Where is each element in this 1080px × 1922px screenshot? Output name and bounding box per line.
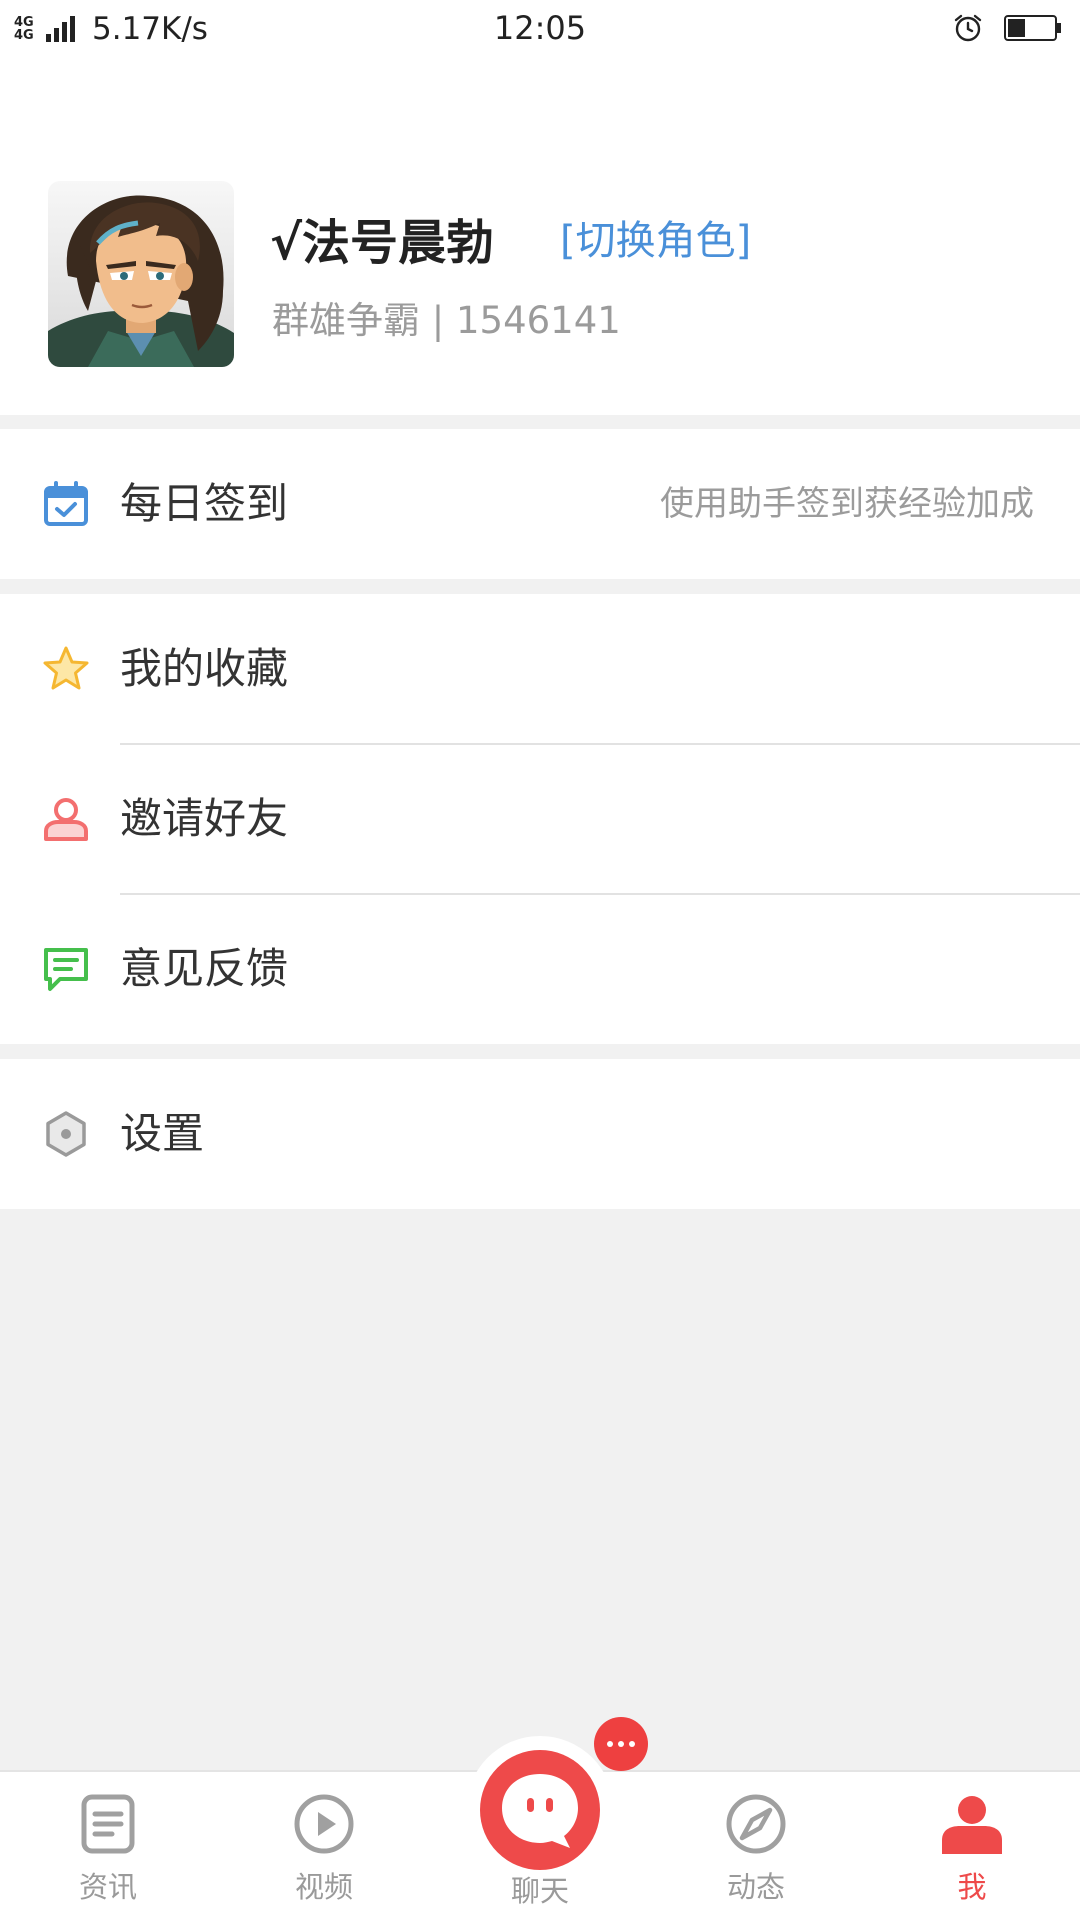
tab-video-label: 视频 bbox=[294, 1870, 353, 1904]
settings-label: 设置 bbox=[120, 1109, 205, 1158]
user-icon bbox=[44, 798, 88, 841]
feedback-row[interactable]: 意见反馈 bbox=[0, 894, 1080, 1044]
favorites-row[interactable]: 我的收藏 bbox=[0, 594, 1080, 744]
tab-chat-label[interactable]: 聊天 bbox=[470, 1868, 610, 1910]
menu-section: 我的收藏 邀请好友 意见反馈 bbox=[0, 594, 1080, 1044]
checkin-label: 每日签到 bbox=[120, 479, 289, 528]
settings-section: 设置 bbox=[0, 1059, 1080, 1209]
checkin-row[interactable]: 每日签到 使用助手签到获经验加成 bbox=[0, 429, 1080, 579]
checkin-section: 每日签到 使用助手签到获经验加成 bbox=[0, 429, 1080, 579]
feedback-icon bbox=[44, 948, 88, 991]
chat-icon[interactable] bbox=[478, 1748, 602, 1872]
tab-news[interactable]: 资讯 bbox=[38, 1792, 178, 1912]
invite-label: 邀请好友 bbox=[120, 794, 289, 843]
status-time: 12:05 bbox=[493, 9, 587, 47]
compass-icon bbox=[726, 1794, 786, 1854]
tab-me[interactable]: 我 bbox=[902, 1792, 1042, 1912]
play-icon bbox=[294, 1794, 354, 1854]
alarm-icon bbox=[954, 14, 982, 42]
profile-server-id: 群雄争霸 | 1546141 bbox=[272, 299, 621, 342]
calendar-check-icon bbox=[44, 481, 88, 526]
feedback-label: 意见反馈 bbox=[120, 944, 289, 993]
settings-row[interactable]: 设置 bbox=[0, 1059, 1080, 1209]
switch-role-link[interactable]: [切换角色] bbox=[560, 208, 751, 266]
settings-hex-icon bbox=[46, 1111, 86, 1157]
profile-name: √法号晨勃 bbox=[270, 215, 495, 271]
favorites-label: 我的收藏 bbox=[120, 644, 289, 693]
tab-me-label: 我 bbox=[957, 1870, 987, 1904]
checkin-hint: 使用助手签到获经验加成 bbox=[660, 484, 1034, 524]
profile-header: √法号晨勃 [切换角色] 群雄争霸 | 1546141 bbox=[0, 58, 1080, 415]
news-icon bbox=[81, 1794, 135, 1854]
status-bar: 4G 4G 5.17K/s 12:05 bbox=[0, 0, 1080, 58]
tab-moments[interactable]: 动态 bbox=[686, 1792, 826, 1912]
more-dots-icon[interactable] bbox=[594, 1717, 648, 1771]
star-icon bbox=[43, 646, 89, 690]
avatar[interactable] bbox=[48, 181, 234, 367]
profile-icon bbox=[942, 1796, 1002, 1854]
tab-news-label: 资讯 bbox=[78, 1870, 137, 1904]
invite-row[interactable]: 邀请好友 bbox=[0, 744, 1080, 894]
tab-video[interactable]: 视频 bbox=[254, 1792, 394, 1912]
battery-icon bbox=[1004, 15, 1061, 41]
tab-moments-label: 动态 bbox=[726, 1870, 785, 1904]
avatar-image bbox=[48, 181, 234, 367]
